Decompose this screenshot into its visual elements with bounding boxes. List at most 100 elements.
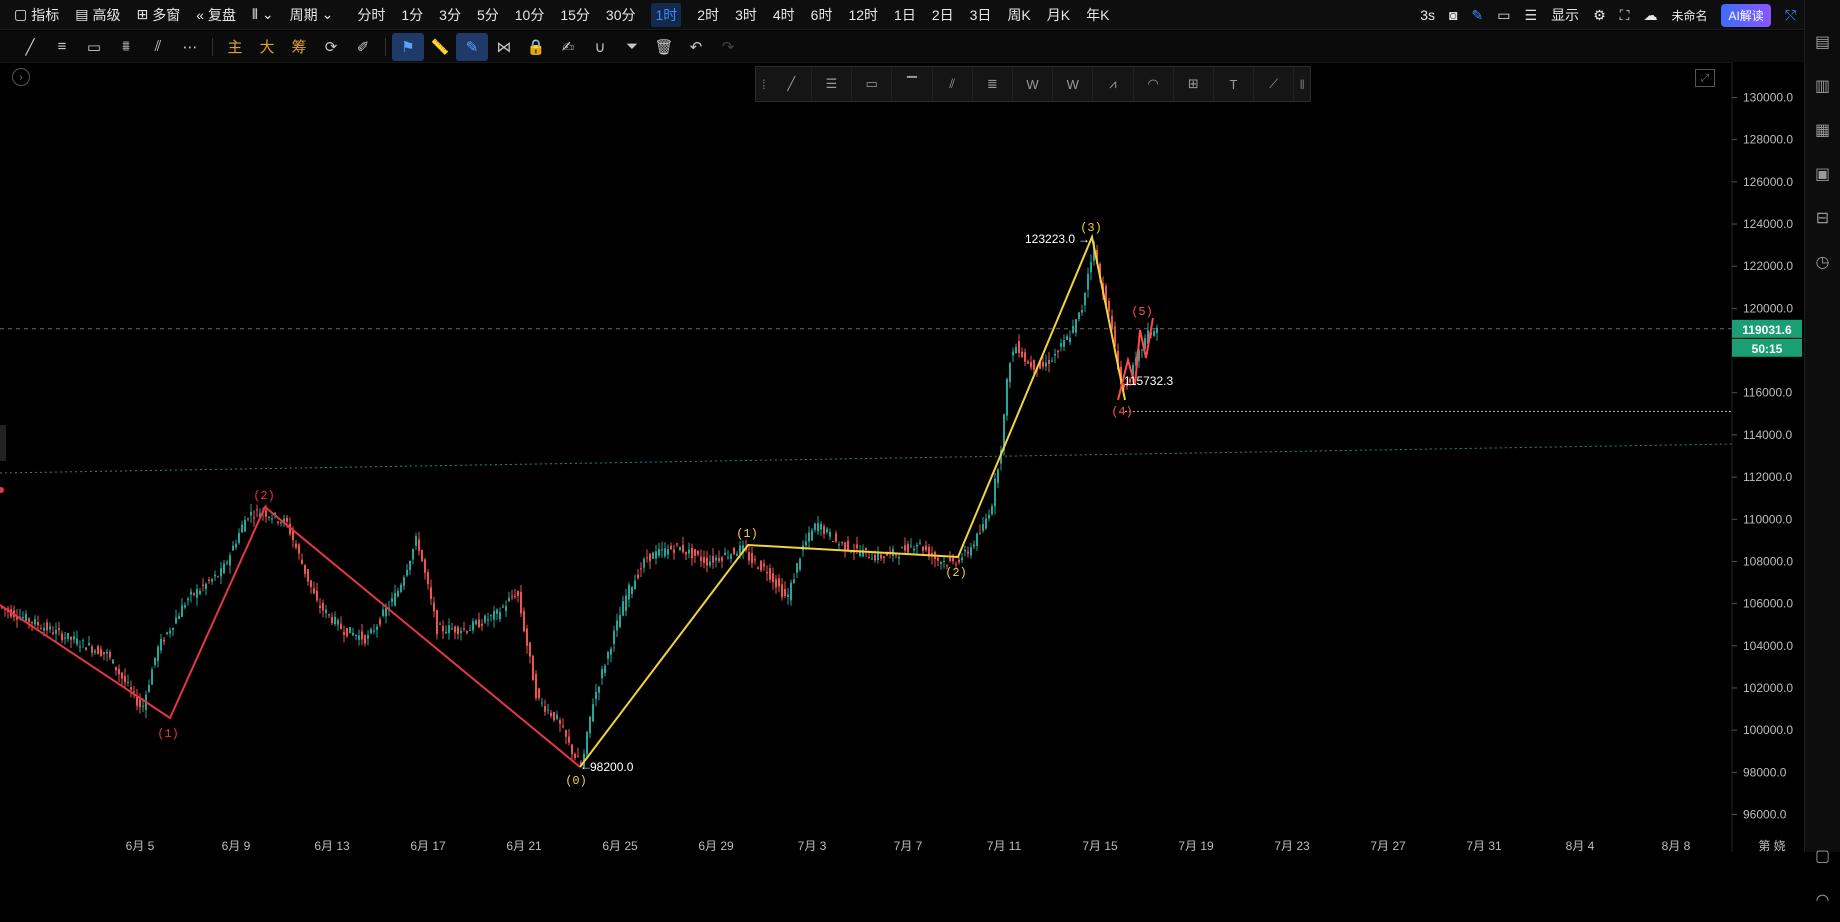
candle-body bbox=[424, 559, 426, 573]
candle-body bbox=[925, 545, 927, 551]
candle-body bbox=[70, 636, 72, 640]
candle-body bbox=[724, 552, 726, 556]
candle-body bbox=[709, 561, 711, 566]
candle-body bbox=[40, 628, 42, 630]
candle-body bbox=[169, 630, 171, 634]
candle-body bbox=[508, 597, 510, 601]
candle-body bbox=[199, 590, 201, 594]
candle-body bbox=[622, 601, 624, 616]
candle-body bbox=[805, 541, 807, 546]
candle-body bbox=[1042, 362, 1044, 367]
candle-body bbox=[958, 559, 960, 563]
candle-body bbox=[34, 619, 36, 625]
candle-body bbox=[265, 510, 267, 517]
candle-body bbox=[469, 629, 471, 631]
candle-body bbox=[436, 610, 438, 635]
date-tick-label: 6月 21 bbox=[506, 839, 542, 852]
panel-icon[interactable]: ▢ bbox=[1805, 834, 1840, 878]
candle-body bbox=[811, 530, 813, 541]
candle-body bbox=[385, 607, 387, 617]
candle-body bbox=[61, 633, 63, 641]
price-tick-label: 104000.0 bbox=[1743, 639, 1793, 653]
candle-body bbox=[607, 652, 609, 659]
price-tick-label: 124000.0 bbox=[1743, 217, 1793, 231]
monitor-icon[interactable]: ▣ bbox=[1805, 152, 1840, 196]
date-tick-label-partial: 第 娆 bbox=[1758, 839, 1785, 852]
headset-icon[interactable]: ◠ bbox=[1805, 878, 1840, 922]
candle-body bbox=[337, 620, 339, 625]
candle-body bbox=[865, 547, 867, 551]
candle-body bbox=[898, 556, 900, 559]
price-tick-label: 130000.0 bbox=[1743, 91, 1793, 105]
candle-body bbox=[1075, 319, 1077, 333]
candle-body bbox=[859, 552, 861, 556]
candle-body bbox=[190, 591, 192, 595]
candle-body bbox=[520, 591, 522, 614]
candle-body bbox=[988, 514, 990, 519]
candle-body bbox=[94, 650, 96, 653]
candle-body bbox=[1156, 327, 1158, 333]
candle-body bbox=[307, 569, 309, 582]
store-icon[interactable]: ▥ bbox=[1805, 64, 1840, 108]
candle-body bbox=[751, 552, 753, 564]
dashboard-icon[interactable]: ◷ bbox=[1805, 240, 1840, 284]
candle-body bbox=[340, 623, 342, 630]
candle-body bbox=[610, 648, 612, 655]
date-tick-label: 7月 23 bbox=[1274, 839, 1310, 852]
candle-body bbox=[160, 638, 162, 651]
candle-body bbox=[577, 756, 579, 758]
candle-body bbox=[625, 595, 627, 611]
candle-body bbox=[919, 542, 921, 544]
candle-body bbox=[979, 532, 981, 534]
axes-layer: 130000.0 128000.0 126000.0 124000.0 122000.0… bbox=[126, 62, 1804, 852]
candle-body bbox=[115, 666, 117, 671]
date-tick-label: 7月 7 bbox=[894, 839, 923, 852]
candle-body bbox=[796, 563, 798, 573]
candle-body bbox=[28, 618, 30, 623]
candle-body bbox=[49, 626, 51, 630]
candle-body bbox=[1054, 353, 1056, 356]
candle-body bbox=[643, 558, 645, 568]
candle-body bbox=[193, 593, 195, 595]
date-tick-label: 7月 15 bbox=[1082, 839, 1118, 852]
candle-body bbox=[697, 551, 699, 555]
candle-body bbox=[940, 562, 942, 564]
candle-body bbox=[142, 705, 144, 707]
wave-label-yellow-0: (0) bbox=[565, 774, 587, 788]
candle-body bbox=[1060, 343, 1062, 347]
price-tick-label: 108000.0 bbox=[1743, 554, 1793, 568]
candle-body bbox=[1027, 361, 1029, 364]
document-icon[interactable]: ▤ bbox=[1805, 20, 1840, 64]
candle-body bbox=[400, 584, 402, 592]
candle-body bbox=[838, 544, 840, 546]
candle-body bbox=[544, 706, 546, 712]
chart-bars-icon[interactable]: ▦ bbox=[1805, 108, 1840, 152]
table-icon[interactable]: ⊟ bbox=[1805, 196, 1840, 240]
candle-body bbox=[667, 548, 669, 555]
candle-body bbox=[1153, 330, 1155, 337]
left-marker bbox=[0, 487, 4, 493]
price-tick-label: 96000.0 bbox=[1743, 808, 1787, 822]
candle-body bbox=[184, 605, 186, 608]
candle-body bbox=[37, 622, 39, 626]
candle-body bbox=[937, 557, 939, 561]
date-tick-label: 7月 11 bbox=[987, 839, 1022, 852]
candle-body bbox=[649, 553, 651, 562]
candle-body bbox=[1018, 341, 1020, 353]
candle-body bbox=[124, 676, 126, 683]
candle-body bbox=[664, 548, 666, 557]
candle-body bbox=[991, 506, 993, 515]
candle-body bbox=[322, 602, 324, 611]
candle-body bbox=[994, 478, 996, 507]
candle-body bbox=[373, 630, 375, 632]
candle-body bbox=[949, 557, 951, 561]
candle-body bbox=[130, 687, 132, 690]
candle-body bbox=[658, 548, 660, 556]
price-chart[interactable]: (1)(2)(0)(1)(2)(3)(4)(5)123223.0 →←98200.… bbox=[0, 0, 1804, 852]
candle-body bbox=[418, 539, 420, 552]
candle-body bbox=[856, 544, 858, 549]
candle-body bbox=[733, 547, 735, 554]
candle-body bbox=[1072, 326, 1074, 333]
candle-body bbox=[133, 691, 135, 693]
candle-body bbox=[1111, 316, 1113, 328]
